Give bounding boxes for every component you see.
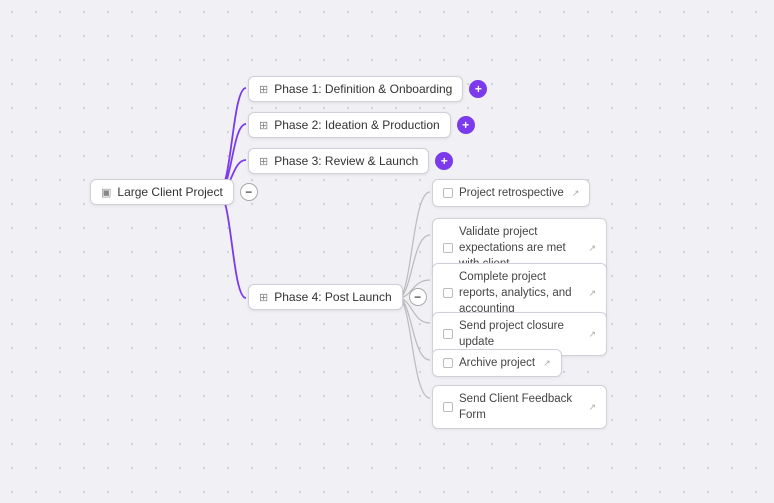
phase3-add-icon: + — [441, 154, 448, 168]
task1-checkbox[interactable] — [443, 188, 453, 198]
task1-expand-icon[interactable]: ↗ — [572, 187, 580, 200]
phase2-node: ⊞ Phase 2: Ideation & Production + — [248, 112, 475, 138]
task3-expand-icon[interactable]: ↗ — [588, 287, 596, 300]
task5-label: Archive project — [459, 355, 535, 371]
root-node: ▣ Large Client Project − — [90, 179, 258, 205]
phase2-box[interactable]: ⊞ Phase 2: Ideation & Production — [248, 112, 451, 138]
root-label: Large Client Project — [117, 185, 222, 199]
phase1-node: ⊞ Phase 1: Definition & Onboarding + — [248, 76, 487, 102]
phase4-grid-icon: ⊞ — [259, 291, 268, 304]
root-expand-icon: − — [245, 185, 252, 199]
task5-node: Archive project ↗ — [432, 349, 562, 377]
task2-expand-icon[interactable]: ↗ — [588, 242, 596, 255]
phase4-expand-icon: − — [414, 290, 421, 304]
task4-label: Send project closure update — [459, 318, 580, 350]
phase3-node: ⊞ Phase 3: Review & Launch + — [248, 148, 453, 174]
task3-label: Complete project reports, analytics, and… — [459, 269, 580, 317]
phase1-add-button[interactable]: + — [469, 80, 487, 98]
task4-checkbox[interactable] — [443, 329, 453, 339]
phase4-expand-button[interactable]: − — [409, 288, 427, 306]
phase3-label: Phase 3: Review & Launch — [274, 154, 418, 168]
phase2-add-icon: + — [462, 118, 469, 132]
phase1-box[interactable]: ⊞ Phase 1: Definition & Onboarding — [248, 76, 463, 102]
folder-icon: ▣ — [101, 186, 111, 199]
task6-label: Send Client Feedback Form — [459, 391, 580, 423]
task6-box[interactable]: Send Client Feedback Form ↗ — [432, 385, 607, 429]
root-expand-button[interactable]: − — [240, 183, 258, 201]
task4-expand-icon[interactable]: ↗ — [588, 328, 596, 341]
phase3-grid-icon: ⊞ — [259, 155, 268, 168]
phase4-box[interactable]: ⊞ Phase 4: Post Launch — [248, 284, 403, 310]
phase4-node: ⊞ Phase 4: Post Launch − — [248, 284, 427, 310]
task5-expand-icon[interactable]: ↗ — [543, 357, 551, 370]
task5-box[interactable]: Archive project ↗ — [432, 349, 562, 377]
task5-checkbox[interactable] — [443, 358, 453, 368]
task2-checkbox[interactable] — [443, 243, 453, 253]
root-node-box[interactable]: ▣ Large Client Project — [90, 179, 234, 205]
task6-node: Send Client Feedback Form ↗ — [432, 385, 607, 429]
task1-box[interactable]: Project retrospective ↗ — [432, 179, 590, 207]
task1-node: Project retrospective ↗ — [432, 179, 590, 207]
phase2-grid-icon: ⊞ — [259, 119, 268, 132]
task3-checkbox[interactable] — [443, 288, 453, 298]
phase3-box[interactable]: ⊞ Phase 3: Review & Launch — [248, 148, 429, 174]
phase4-label: Phase 4: Post Launch — [274, 290, 391, 304]
phase2-label: Phase 2: Ideation & Production — [274, 118, 439, 132]
phase1-grid-icon: ⊞ — [259, 83, 268, 96]
phase1-label: Phase 1: Definition & Onboarding — [274, 82, 452, 96]
task6-checkbox[interactable] — [443, 402, 453, 412]
phase2-add-button[interactable]: + — [457, 116, 475, 134]
phase3-add-button[interactable]: + — [435, 152, 453, 170]
task1-label: Project retrospective — [459, 185, 564, 201]
phase1-add-icon: + — [475, 82, 482, 96]
task6-expand-icon[interactable]: ↗ — [588, 401, 596, 414]
